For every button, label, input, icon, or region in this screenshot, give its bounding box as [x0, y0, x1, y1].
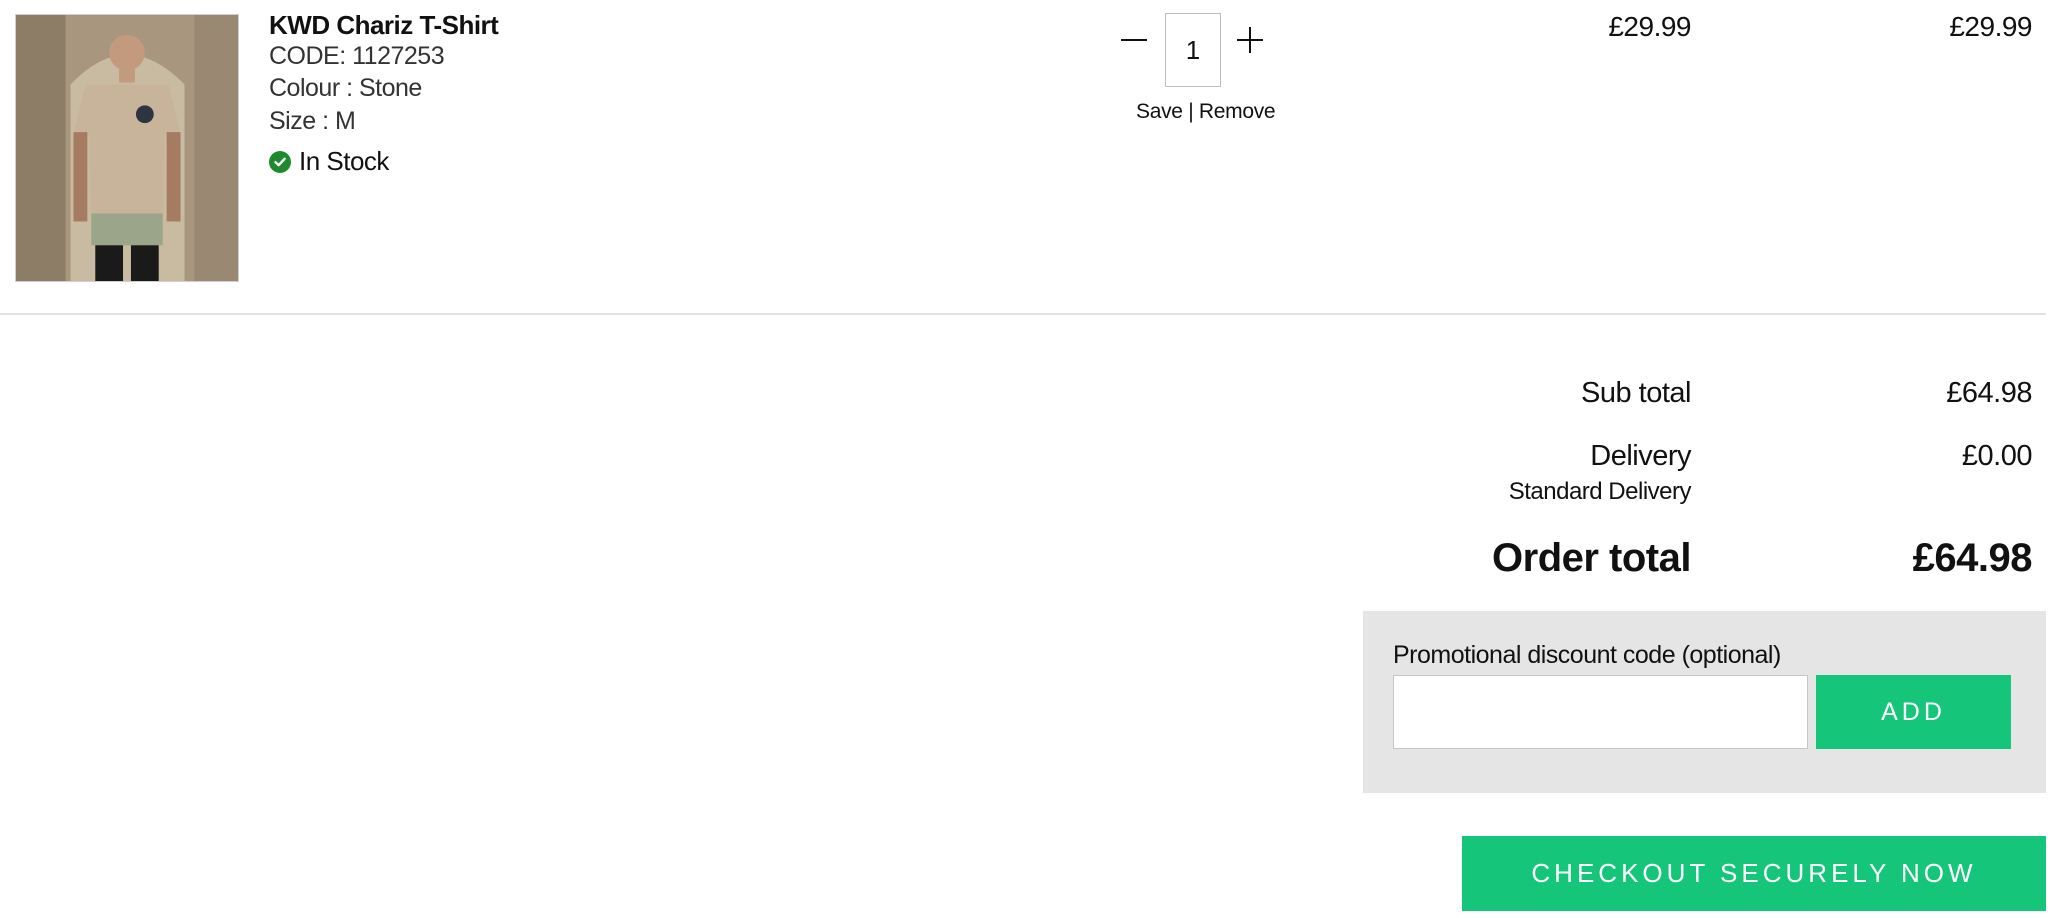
delivery-label: Delivery: [1590, 440, 1691, 472]
delivery-value: £0.00: [1961, 440, 2033, 472]
product-colour: Colour : Stone: [269, 74, 422, 102]
stock-label: In Stock: [299, 146, 389, 176]
promo-code-input[interactable]: [1393, 675, 1808, 749]
decrease-quantity-button[interactable]: [1118, 20, 1150, 60]
subtotal-value: £64.98: [1946, 377, 2032, 409]
order-total-label: Order total: [1492, 536, 1691, 580]
promo-code-panel: Promotional discount code (optional) ADD: [1363, 611, 2046, 793]
order-total-value: £64.98: [1912, 536, 2033, 580]
action-separator: |: [1182, 100, 1199, 123]
product-photo: [16, 15, 238, 281]
product-image[interactable]: [15, 14, 239, 282]
stock-status: In Stock: [269, 146, 389, 177]
check-circle-icon: [269, 150, 291, 173]
checkout-button[interactable]: CHECKOUT SECURELY NOW: [1462, 836, 2046, 911]
minus-icon: [1121, 39, 1147, 41]
increase-quantity-button[interactable]: [1234, 20, 1266, 60]
unit-price: £29.99: [1608, 11, 1691, 42]
quantity-field[interactable]: 1: [1165, 13, 1221, 87]
save-link[interactable]: Save: [1136, 100, 1183, 123]
cart-page: KWD Chariz T-Shirt CODE: 1127253 Colour …: [0, 0, 2048, 918]
product-code: CODE: 1127253: [269, 42, 445, 70]
line-total: £29.99: [1949, 11, 2032, 42]
promo-code-label: Promotional discount code (optional): [1393, 641, 1781, 669]
delivery-method: Standard Delivery: [1508, 478, 1692, 505]
plus-icon: [1237, 27, 1263, 53]
product-name[interactable]: KWD Chariz T-Shirt: [269, 10, 499, 41]
subtotal-label: Sub total: [1581, 377, 1691, 409]
remove-link[interactable]: Remove: [1199, 100, 1276, 123]
add-promo-button[interactable]: ADD: [1816, 675, 2011, 749]
product-size: Size : M: [269, 107, 356, 135]
divider: [0, 313, 2046, 315]
item-actions: Save | Remove: [1136, 100, 1276, 124]
